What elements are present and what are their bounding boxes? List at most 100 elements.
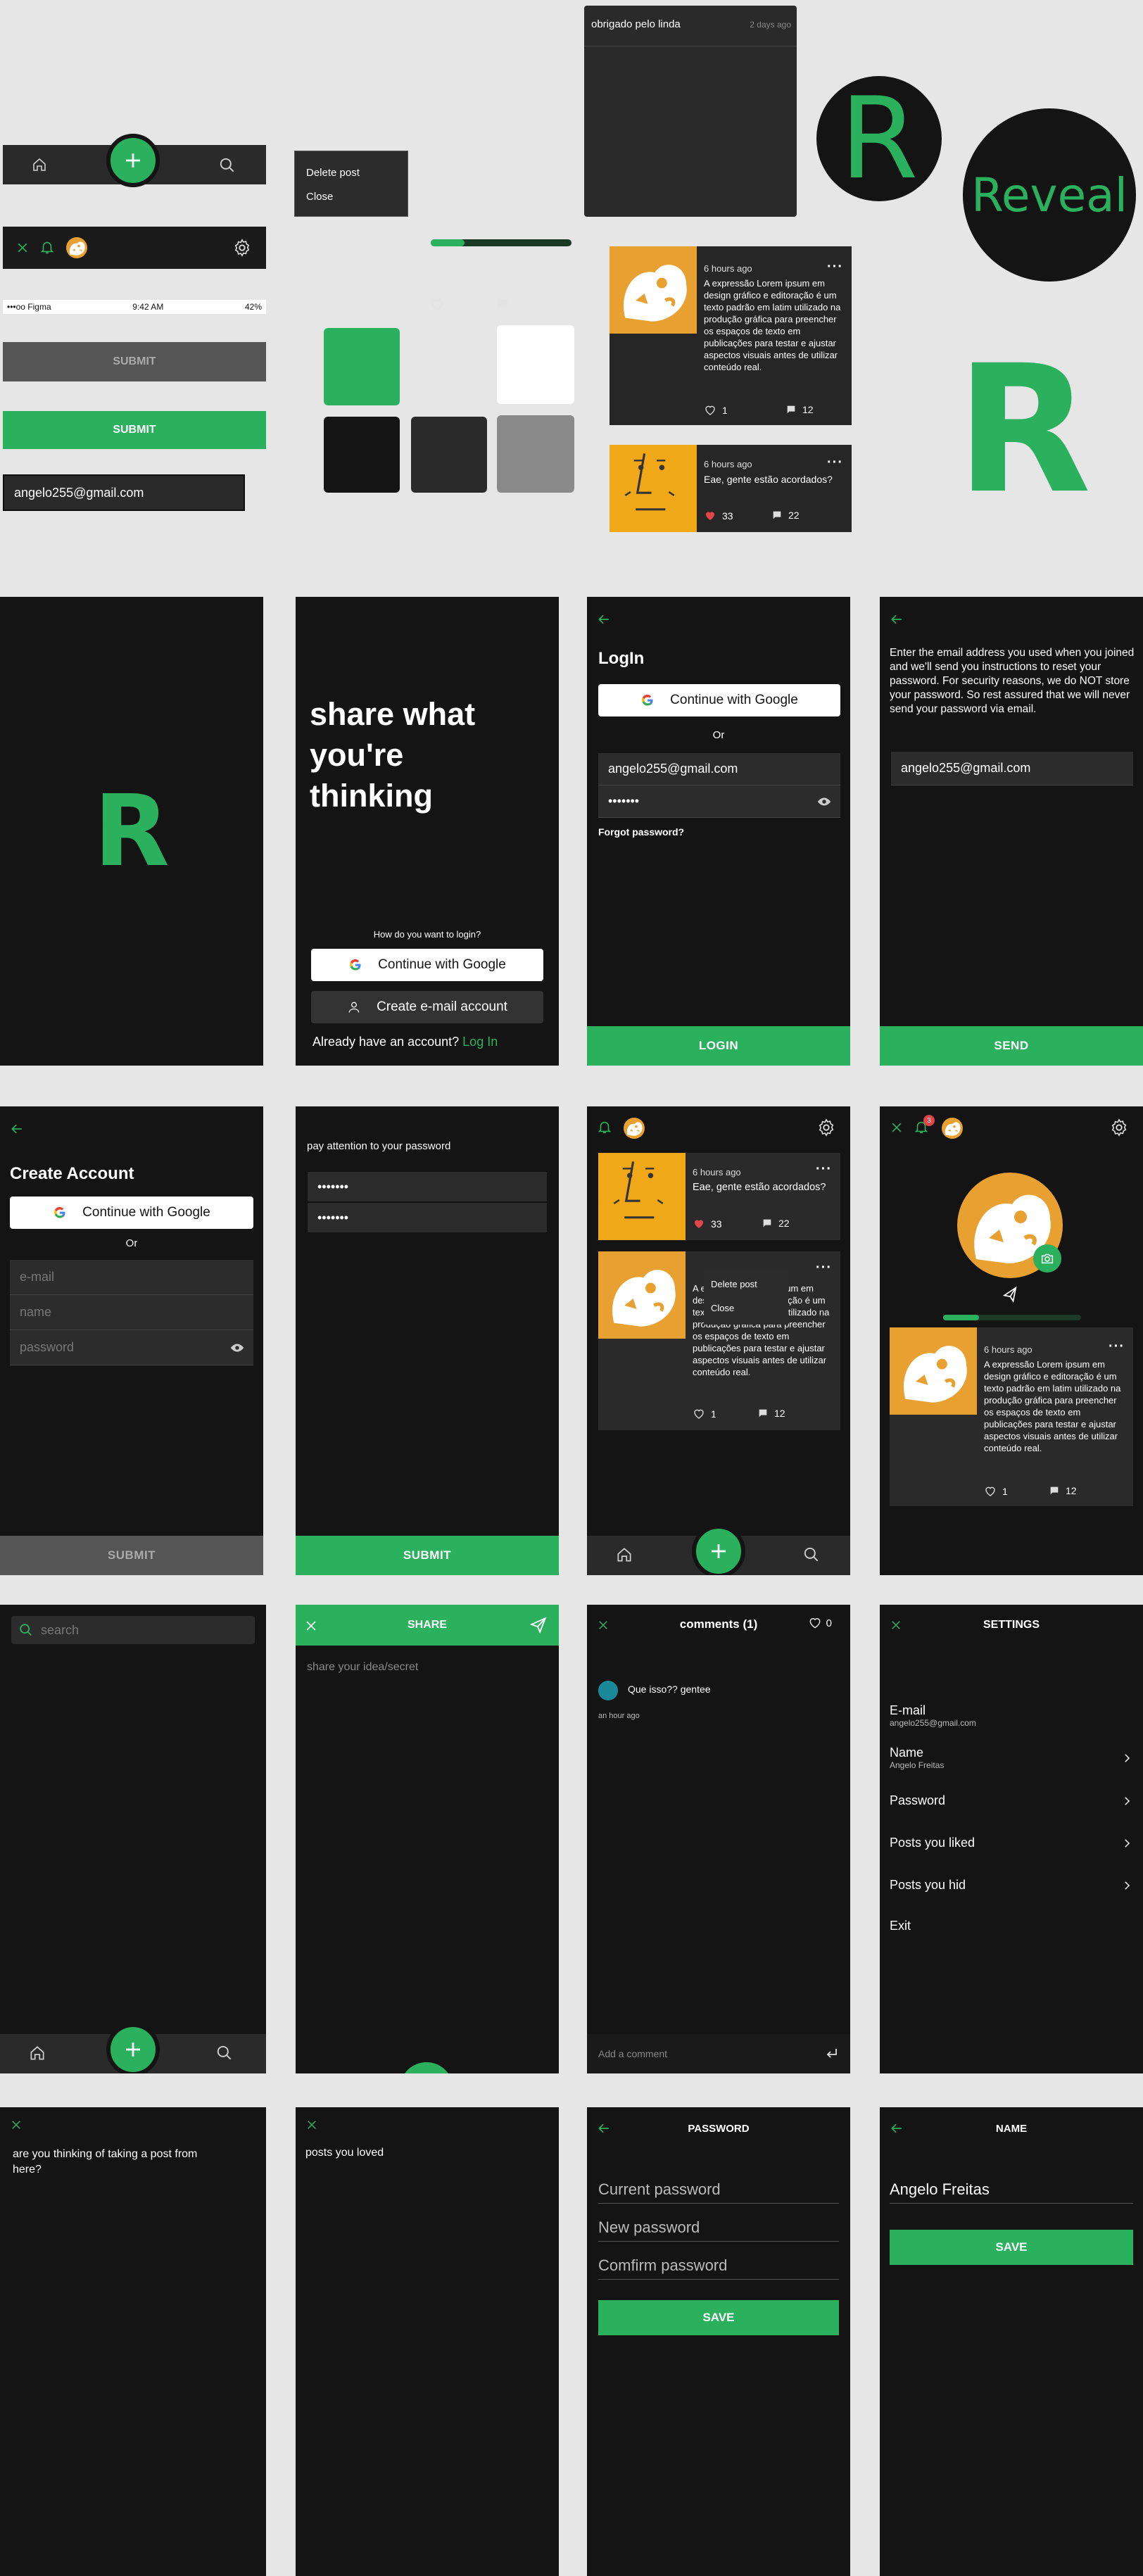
post-card[interactable]: 6 hours ago ··· Eae, gente estão acordad… <box>598 1153 840 1240</box>
camera-button[interactable] <box>1033 1244 1061 1273</box>
create-email-button[interactable]: Create e-mail account <box>311 991 543 1023</box>
send-icon[interactable] <box>1001 1285 1021 1305</box>
name-setting[interactable]: Name Angelo Freitas <box>890 1745 1133 1770</box>
like-stat[interactable]: 1 <box>984 1485 1008 1498</box>
gear-icon[interactable] <box>816 1118 836 1137</box>
close-icon[interactable] <box>305 2119 318 2131</box>
email-field[interactable]: angelo255@gmail.com <box>598 753 840 785</box>
send-icon[interactable] <box>529 1616 548 1634</box>
comment-stat[interactable]: 22 <box>762 1218 790 1229</box>
post-card[interactable]: ··· A expressão Lorem ipsum em design gr… <box>598 1251 840 1430</box>
gear-icon[interactable] <box>232 238 252 258</box>
add-post-button[interactable] <box>106 2023 160 2073</box>
comment-stat[interactable]: 22 <box>771 510 800 521</box>
home-icon[interactable] <box>28 2044 46 2062</box>
comment-stat[interactable]: 12 <box>1049 1485 1077 1496</box>
gear-icon[interactable] <box>1109 1118 1129 1137</box>
add-post-button[interactable] <box>106 134 160 187</box>
login-button[interactable]: LOGIN <box>587 1026 850 1066</box>
avatar[interactable] <box>66 237 87 258</box>
user-icon <box>347 1000 361 1014</box>
search-icon[interactable] <box>802 1546 821 1564</box>
close-icon[interactable] <box>15 241 30 255</box>
create-label: Create e-mail account <box>377 999 507 1014</box>
add-post-button[interactable] <box>692 1524 745 1575</box>
close-menu-item[interactable]: Close <box>711 1296 781 1320</box>
submit-button[interactable]: SUBMIT <box>296 1536 559 1575</box>
comment-stat[interactable]: 12 <box>757 1408 785 1419</box>
password-field[interactable]: ••••••• <box>307 1171 548 1202</box>
more-icon[interactable]: ··· <box>816 1161 832 1177</box>
comment-stat[interactable]: 12 <box>785 404 814 415</box>
post-card[interactable]: 6 hours ago ··· A expressão Lorem ipsum … <box>610 246 852 425</box>
name-value: Angelo Freitas <box>890 1760 945 1770</box>
back-icon[interactable] <box>597 612 611 626</box>
submit-button-enabled[interactable]: SUBMIT <box>3 411 266 449</box>
password-setting[interactable]: Password <box>890 1793 1133 1808</box>
submit-button-disabled[interactable]: SUBMIT <box>3 342 266 381</box>
post-card[interactable]: 6 hours ago ··· A expressão Lorem ipsum … <box>890 1327 1133 1506</box>
reply-icon[interactable] <box>823 2045 840 2062</box>
avatar[interactable] <box>942 1118 963 1139</box>
like-stat[interactable]: 33 <box>704 510 733 522</box>
send-button[interactable]: SEND <box>880 1026 1143 1066</box>
confirm-password-field[interactable]: ••••••• <box>307 1202 548 1233</box>
eye-icon[interactable] <box>816 794 832 809</box>
bell-icon[interactable] <box>39 239 55 255</box>
password-field[interactable]: ••••••• <box>598 785 840 818</box>
progress-bar <box>431 239 572 246</box>
add-comment-input[interactable]: Add a comment <box>598 2048 667 2059</box>
share-input[interactable]: share your idea/secret <box>307 1661 418 1674</box>
google-button[interactable]: Continue with Google <box>311 949 543 981</box>
home-icon[interactable] <box>31 156 48 173</box>
close-icon[interactable] <box>10 2119 23 2131</box>
bell-icon[interactable] <box>597 1119 612 1135</box>
email-field[interactable]: e-mail <box>10 1260 253 1295</box>
close-menu-item[interactable]: Close <box>306 185 396 209</box>
name-field[interactable]: name <box>10 1295 253 1330</box>
google-button[interactable]: Continue with Google <box>10 1197 253 1229</box>
delete-post-menu-item[interactable]: Delete post <box>711 1273 781 1296</box>
like-count: 33 <box>711 1218 722 1230</box>
email-setting[interactable]: E-mail angelo255@gmail.com <box>890 1703 1133 1728</box>
back-icon[interactable] <box>890 612 904 626</box>
have-account-text: Already have an account? <box>312 1035 460 1049</box>
delete-post-menu-item[interactable]: Delete post <box>306 161 396 185</box>
login-link[interactable]: Log In <box>462 1035 498 1049</box>
more-icon[interactable]: ··· <box>1109 1339 1125 1355</box>
back-icon[interactable] <box>10 1122 24 1136</box>
post-card[interactable]: 6 hours ago ··· Eae, gente estão acordad… <box>610 445 852 532</box>
name-field[interactable]: Angelo Freitas <box>890 2180 1133 2204</box>
password-field[interactable]: password <box>10 1330 253 1365</box>
home-icon[interactable] <box>615 1546 633 1564</box>
search-icon[interactable] <box>218 156 236 175</box>
like-stat[interactable]: 33 <box>693 1218 722 1230</box>
email-input[interactable]: angelo255@gmail.com <box>3 474 245 511</box>
email-field[interactable]: angelo255@gmail.com <box>891 752 1133 785</box>
current-password-field[interactable]: Current password <box>598 2180 839 2204</box>
notification-text[interactable]: obrigado pelo linda <box>591 18 681 30</box>
confirm-password-field[interactable]: Comfirm password <box>598 2256 839 2280</box>
like-stat[interactable]: 0 <box>808 1616 832 1630</box>
google-button[interactable]: Continue with Google <box>598 684 840 716</box>
posts-liked-setting[interactable]: Posts you liked <box>890 1836 1133 1850</box>
search-input[interactable]: search <box>11 1616 255 1644</box>
new-password-field[interactable]: New password <box>598 2218 839 2242</box>
submit-button[interactable]: SUBMIT <box>0 1536 263 1575</box>
more-icon[interactable]: ··· <box>827 259 843 275</box>
upload-progress-fill <box>943 1315 979 1320</box>
exit-setting[interactable]: Exit <box>890 1919 1133 1933</box>
posts-hid-setting[interactable]: Posts you hid <box>890 1878 1133 1893</box>
avatar[interactable] <box>624 1118 645 1139</box>
post-text: A expressão Lorem ipsum em design gráfic… <box>984 1359 1121 1453</box>
close-icon[interactable] <box>890 1120 904 1135</box>
more-icon[interactable]: ··· <box>827 455 843 471</box>
save-button[interactable]: SAVE <box>598 2300 839 2335</box>
like-stat[interactable]: 1 <box>704 404 728 417</box>
search-icon[interactable] <box>215 2044 234 2062</box>
eye-icon[interactable] <box>229 1340 245 1356</box>
save-button[interactable]: SAVE <box>890 2230 1133 2265</box>
like-stat[interactable]: 1 <box>693 1408 716 1420</box>
more-icon[interactable]: ··· <box>816 1260 832 1276</box>
forgot-password-link[interactable]: Forgot password? <box>598 826 684 838</box>
